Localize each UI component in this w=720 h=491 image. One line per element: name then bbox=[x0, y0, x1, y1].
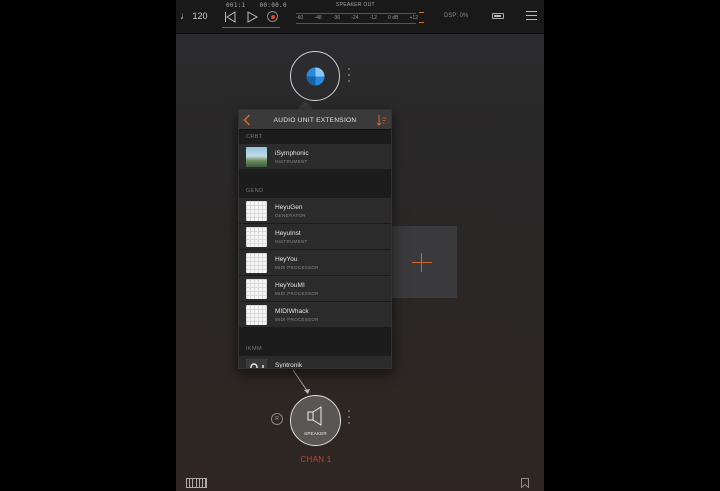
time-readout: 00:00.0 bbox=[259, 2, 287, 9]
list-item[interactable]: Syntronik bbox=[239, 356, 391, 369]
meter-tick: -60 bbox=[296, 15, 304, 21]
meter-bar-right bbox=[296, 23, 416, 24]
section-header: GEND bbox=[239, 184, 391, 198]
record-button[interactable] bbox=[267, 11, 278, 22]
plugin-name: iSymphonic bbox=[275, 150, 309, 157]
speaker-icon bbox=[307, 406, 322, 426]
note-icon: ♩ bbox=[180, 11, 190, 22]
meter-ticks: -60 -48 -36 -24 -12 0 dB +12 bbox=[296, 15, 418, 21]
bookmark-icon[interactable] bbox=[521, 478, 529, 488]
record-icon bbox=[270, 14, 275, 19]
plugin-thumbnail bbox=[246, 279, 267, 299]
battery-icon bbox=[492, 13, 504, 19]
plugin-thumbnail bbox=[246, 359, 267, 368]
audiobus-logo-icon bbox=[306, 67, 325, 86]
audio-unit-node[interactable] bbox=[290, 51, 340, 101]
letterbox-right bbox=[544, 0, 720, 491]
meter-tick: -48 bbox=[314, 15, 322, 21]
plugin-type: INSTRUMENT bbox=[275, 159, 308, 164]
list-item[interactable]: MIDIWhack MIDI PROCESSOR bbox=[239, 302, 391, 328]
audio-unit-popover: AUDIO UNIT EXTENSION CRBT iSymphonic INS… bbox=[238, 109, 392, 369]
section-gap bbox=[239, 328, 391, 342]
plugin-type: MIDI PROCESSOR bbox=[275, 265, 319, 270]
plugin-name: Syntronik bbox=[275, 362, 303, 369]
syntronik-logo-icon bbox=[246, 359, 267, 368]
plugin-type: INSTRUMENT bbox=[275, 239, 308, 244]
top-toolbar: ♩ 120 001:1 00:00.0 SPEAKER OUT -60 -48 bbox=[176, 0, 544, 34]
connection-arrow-icon bbox=[293, 370, 310, 394]
dsp-load: DSP: 0% bbox=[444, 13, 469, 19]
play-icon[interactable] bbox=[246, 11, 258, 23]
meter-tick: 0 dB bbox=[388, 15, 399, 21]
sort-icon[interactable] bbox=[377, 114, 387, 126]
section-gap bbox=[239, 170, 391, 184]
plugin-type: GENERATOR bbox=[275, 213, 306, 218]
app-canvas: ♩ 120 001:1 00:00.0 SPEAKER OUT -60 -48 bbox=[176, 0, 544, 491]
plugin-name: HeyYou bbox=[275, 256, 298, 263]
list-item[interactable]: HeyYou MIDI PROCESSOR bbox=[239, 250, 391, 276]
meter-tick: +12 bbox=[409, 15, 418, 21]
plugin-name: HeyuInst bbox=[275, 230, 301, 237]
meter-peak-left bbox=[419, 12, 424, 13]
transport-position: 001:1 00:00.0 bbox=[226, 2, 297, 9]
meter-label: SPEAKER OUT bbox=[336, 2, 375, 8]
add-node-slot[interactable] bbox=[386, 226, 457, 298]
plugin-thumbnail bbox=[246, 201, 267, 221]
plugin-name: HeyuGen bbox=[275, 204, 303, 211]
meter-tick: -12 bbox=[369, 15, 377, 21]
list-item[interactable]: iSymphonic INSTRUMENT bbox=[239, 144, 391, 170]
meter-tick: -36 bbox=[332, 15, 341, 21]
list-item[interactable]: HeyYouMI MIDI PROCESSOR bbox=[239, 276, 391, 302]
letterbox-left bbox=[0, 0, 176, 491]
node-options-icon[interactable] bbox=[348, 68, 351, 86]
popover-caret bbox=[297, 101, 313, 109]
plugin-thumbnail bbox=[246, 253, 267, 273]
plugin-thumbnail bbox=[246, 147, 267, 167]
channel-label[interactable]: CHAN 1 bbox=[296, 455, 336, 464]
speaker-label: SPEAKER bbox=[304, 431, 327, 436]
transport-underline bbox=[222, 27, 280, 28]
plugin-type: MIDI PROCESSOR bbox=[275, 291, 319, 296]
meter-bar-left bbox=[296, 13, 416, 14]
speaker-node[interactable]: SPEAKER bbox=[290, 395, 341, 446]
section-header: CRBT bbox=[239, 130, 391, 144]
plugin-thumbnail bbox=[246, 305, 267, 325]
record-enable-badge[interactable]: R bbox=[271, 413, 283, 425]
speaker-options-icon[interactable] bbox=[348, 410, 351, 428]
plugin-name: HeyYouMI bbox=[275, 282, 305, 289]
output-meter: -60 -48 -36 -24 -12 0 dB +12 bbox=[296, 10, 424, 26]
piano-keyboard-icon[interactable] bbox=[186, 478, 207, 488]
meter-tick: -24 bbox=[351, 15, 359, 21]
plugin-thumbnail bbox=[246, 227, 267, 247]
plus-icon-vertical bbox=[421, 253, 422, 272]
hamburger-icon[interactable] bbox=[526, 11, 537, 21]
plugin-name: MIDIWhack bbox=[275, 308, 309, 315]
bar-beat: 001:1 bbox=[226, 2, 246, 9]
popover-header: AUDIO UNIT EXTENSION bbox=[239, 110, 391, 130]
tempo-value: 120 bbox=[192, 11, 208, 21]
popover-title: AUDIO UNIT EXTENSION bbox=[273, 117, 357, 124]
tempo-display[interactable]: ♩ 120 bbox=[180, 11, 208, 22]
section-header: IKMM bbox=[239, 342, 391, 356]
plus-icon bbox=[412, 262, 432, 263]
list-item[interactable]: HeyuInst INSTRUMENT bbox=[239, 224, 391, 250]
rewind-icon[interactable] bbox=[224, 11, 236, 23]
plugin-type: MIDI PROCESSOR bbox=[275, 317, 319, 322]
meter-peak-right bbox=[419, 22, 424, 23]
list-item[interactable]: HeyuGen GENERATOR bbox=[239, 198, 391, 224]
